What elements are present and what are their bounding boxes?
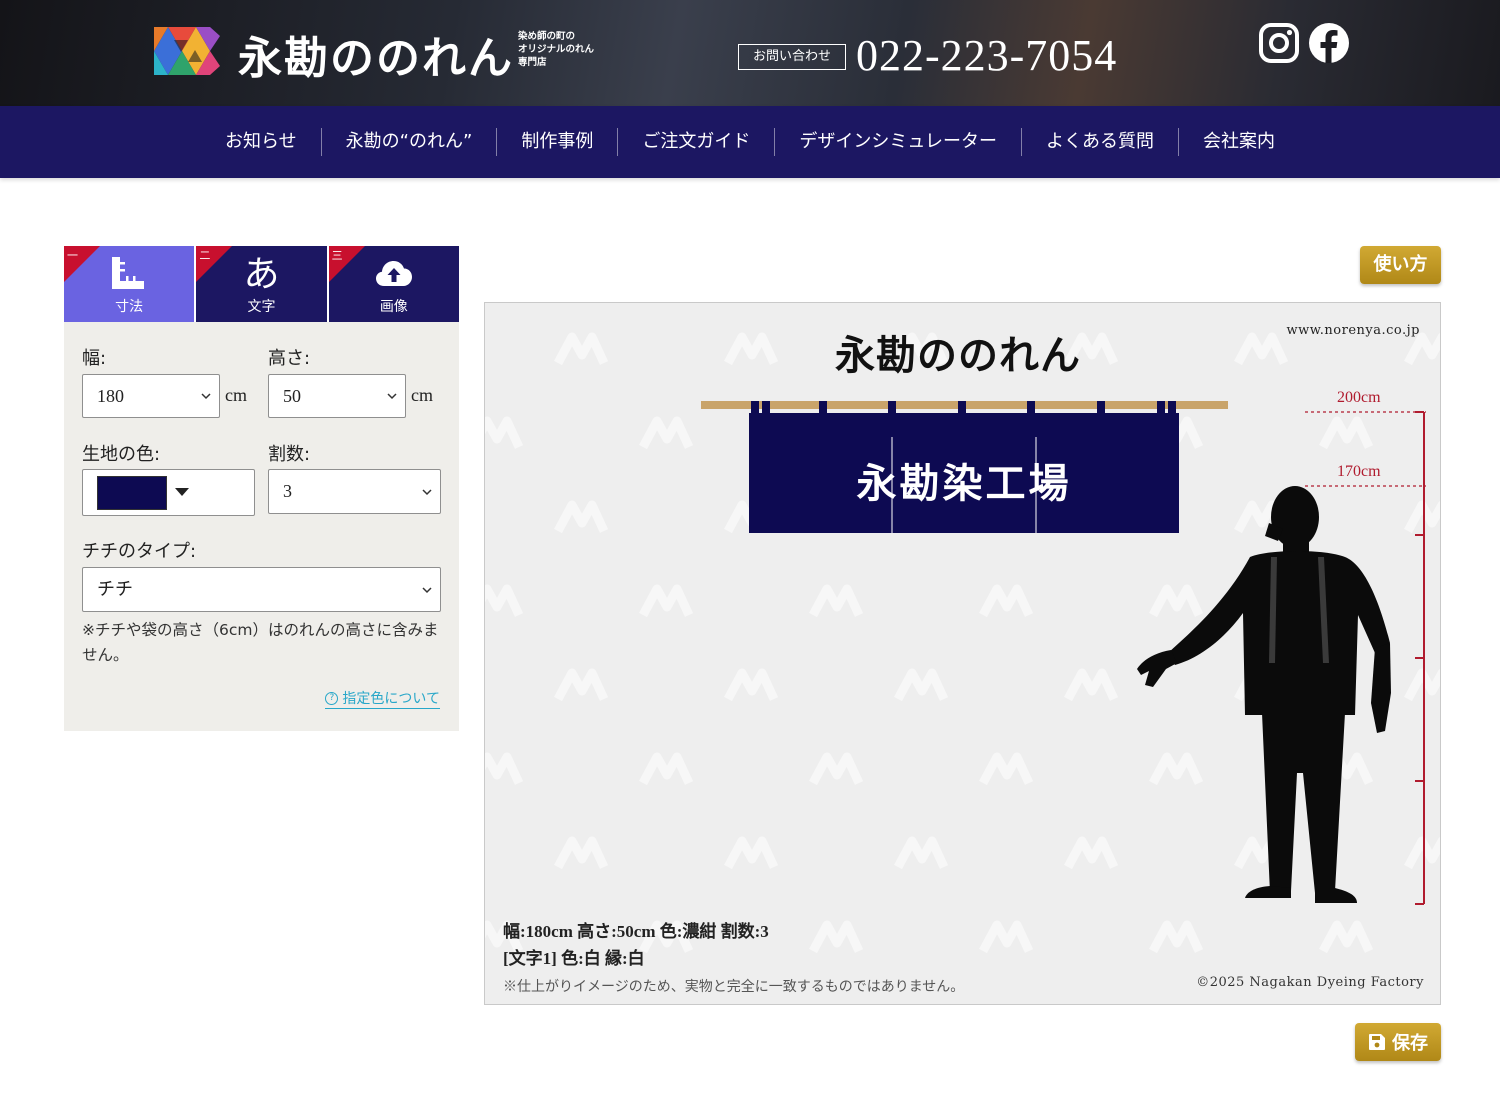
nav-faq[interactable]: よくある質問 <box>1022 128 1179 156</box>
chichi-value: チチ <box>97 579 133 599</box>
spec-text-summary: [文字1] 色:白 縁:白 <box>503 949 645 968</box>
tagline-line-1: 染め師の町の <box>518 31 576 42</box>
save-button[interactable]: 保存 <box>1355 1023 1441 1061</box>
ruler-icon <box>112 257 145 289</box>
height-value: 50 <box>283 386 301 406</box>
noren-loop <box>1027 401 1035 415</box>
save-label: 保存 <box>1392 1033 1428 1054</box>
size-form-panel: 幅: 180 cm 高さ: 50 cm 生地の色: 割数: 3 チチのタイプ: … <box>64 322 459 731</box>
phone-number[interactable]: 022-223-7054 <box>856 30 1117 81</box>
person-silhouette <box>1137 486 1391 903</box>
hiragana-icon: あ <box>243 254 280 295</box>
chichi-select[interactable]: チチ <box>82 567 441 612</box>
noren-loop <box>819 401 827 415</box>
measure-200-label: 200cm <box>1337 389 1381 406</box>
width-select[interactable]: 180 <box>82 374 220 418</box>
nav-company[interactable]: 会社案内 <box>1179 128 1299 156</box>
width-value: 180 <box>97 386 124 406</box>
site-header: 永勘ののれん 染め師の町の オリジナルのれん 専門店 お問い合わせ 022-22… <box>0 0 1500 106</box>
instagram-icon[interactable] <box>1258 22 1300 64</box>
split-value: 3 <box>283 481 292 501</box>
split-select[interactable]: 3 <box>268 469 441 514</box>
nav-news[interactable]: お知らせ <box>201 128 322 156</box>
simulator-tabs: 一 寸法 二 あ 文字 三 画像 <box>64 246 459 322</box>
brand-name[interactable]: 永勘ののれん <box>238 22 514 86</box>
spec-summary: 幅:180cm 高さ:50cm 色:濃紺 割数:3 <box>503 922 769 941</box>
tab-image[interactable]: 三 画像 <box>328 246 459 322</box>
copyright: ©2025 Nagakan Dyeing Factory <box>1196 975 1424 990</box>
tab-label: 画像 <box>379 299 408 315</box>
tagline-line-2: オリジナルのれん <box>518 44 595 55</box>
measure-170-label: 170cm <box>1337 463 1381 480</box>
noren-loop <box>1097 401 1105 415</box>
logo-mark-icon[interactable] <box>154 24 220 78</box>
noren-scene <box>701 401 1426 905</box>
floppy-disk-icon <box>1369 1034 1385 1050</box>
nav-order-guide[interactable]: ご注文ガイド <box>618 128 776 156</box>
noren-loop <box>751 401 759 415</box>
cloud-upload-icon <box>375 261 412 286</box>
color-info-label: 指定色について <box>342 691 440 707</box>
tagline-line-3: 専門店 <box>518 57 547 68</box>
height-select[interactable]: 50 <box>268 374 406 418</box>
tab-text[interactable]: 二 あ 文字 <box>196 246 327 322</box>
nav-design-simulator[interactable]: デザインシミュレーター <box>775 128 1022 156</box>
width-label: 幅: <box>82 348 107 369</box>
color-info-link[interactable]: ? 指定色について <box>325 688 440 709</box>
color-picker[interactable] <box>82 469 255 516</box>
chevron-down-icon <box>201 393 211 400</box>
noren-loop <box>958 401 966 415</box>
chichi-label: チチのタイプ: <box>82 541 197 562</box>
noren-loop <box>762 401 770 415</box>
height-label: 高さ: <box>268 348 311 369</box>
howto-button[interactable]: 使い方 <box>1360 246 1441 284</box>
chevron-down-icon <box>422 586 432 593</box>
width-unit: cm <box>225 385 247 405</box>
nav-about-noren[interactable]: 永勘の“のれん” <box>322 128 498 156</box>
main-nav: お知らせ 永勘の“のれん” 制作事例 ご注文ガイド デザインシミュレーター よく… <box>0 106 1500 178</box>
chevron-down-icon <box>422 488 432 495</box>
chevron-down-icon <box>387 393 397 400</box>
brand-tagline: 染め師の町の オリジナルのれん 専門店 <box>518 30 594 69</box>
tab-label: 寸法 <box>115 299 144 315</box>
split-label: 割数: <box>268 444 311 465</box>
noren-loop <box>888 401 896 415</box>
nav-works[interactable]: 制作事例 <box>497 128 619 156</box>
chichi-note: ※チチや袋の高さ（6cm）はのれんの高さに含みません。 <box>82 621 439 664</box>
noren-text: 永勘染工場 <box>856 460 1072 507</box>
color-swatch <box>97 476 167 510</box>
tab-label: 文字 <box>247 299 276 315</box>
facebook-icon[interactable] <box>1308 22 1350 64</box>
preview-disclaimer: ※仕上がりイメージのため、実物と完全に一致するものではありません。 <box>503 979 965 995</box>
preview-canvas: 永勘ののれん www.norenya.co.jp 永勘染工場 200cm 170… <box>484 302 1441 1005</box>
tab-size[interactable]: 一 寸法 <box>64 246 195 322</box>
height-unit: cm <box>411 385 433 405</box>
color-label: 生地の色: <box>82 444 161 465</box>
noren-loop <box>1157 401 1165 415</box>
question-icon: ? <box>325 691 339 705</box>
contact-link[interactable]: お問い合わせ <box>738 44 846 70</box>
caret-down-icon <box>175 488 189 496</box>
noren-loop <box>1168 401 1176 415</box>
